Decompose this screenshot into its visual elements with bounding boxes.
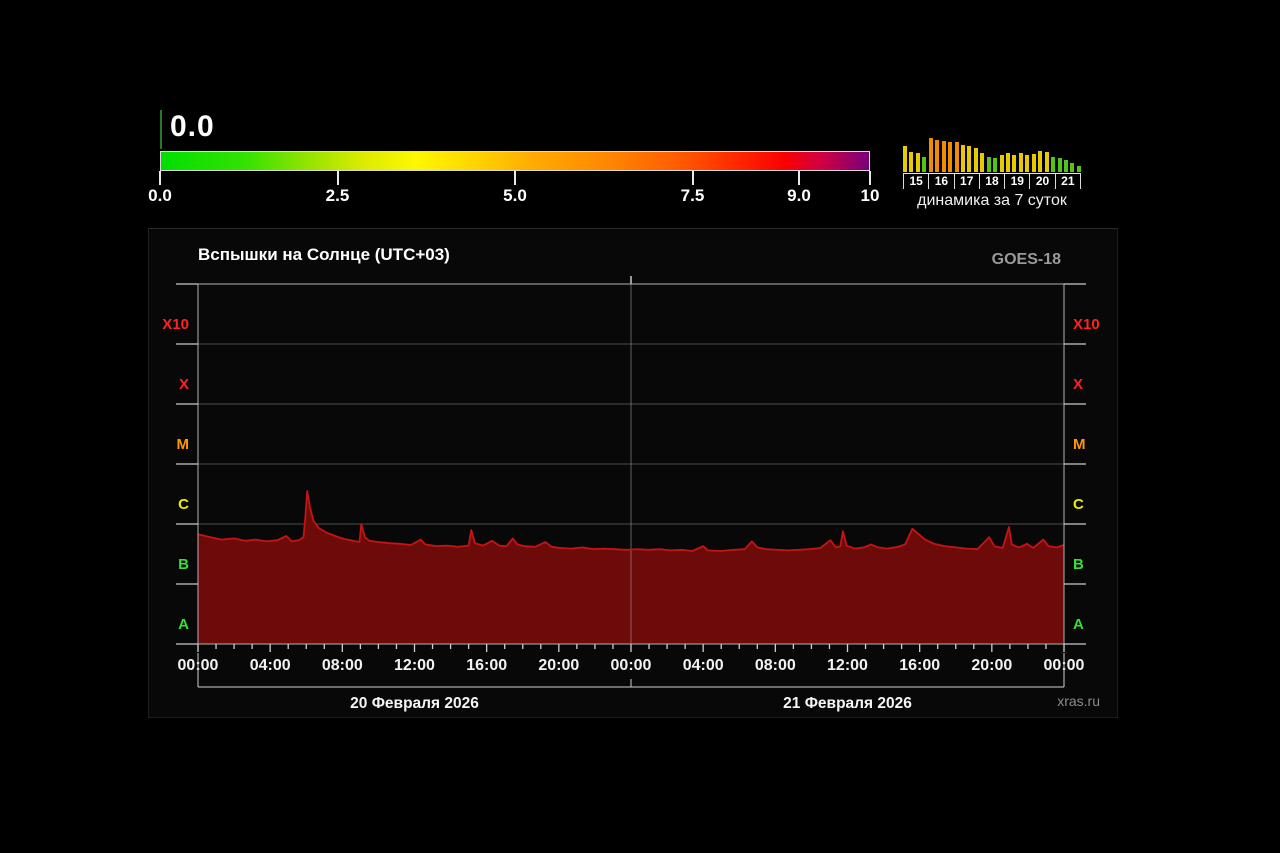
svg-text:X: X [1073, 376, 1083, 393]
gauge-current-value: 0.0 [170, 110, 215, 144]
solar-activity-page: 0.0 0.0 2.5 5.0 7.5 9.0 10 15161718192021 дин… [0, 0, 1280, 853]
svg-text:X: X [179, 376, 189, 393]
svg-text:16:00: 16:00 [466, 657, 507, 674]
gauge-tick-label: 5.0 [487, 186, 543, 206]
mini-bar [1019, 153, 1023, 172]
gauge-tick [869, 171, 871, 185]
mini-bar [1012, 155, 1016, 172]
mini-bar [974, 148, 978, 172]
gauge-tick [514, 171, 516, 185]
flare-plot: 00:0004:0008:0012:0016:0020:0000:0004:00… [149, 229, 1119, 719]
svg-text:20:00: 20:00 [971, 657, 1012, 674]
mini-day-axis: 15161718192021 [903, 173, 1081, 189]
mini-bar [1006, 153, 1010, 172]
gauge-gradient-bar [160, 151, 870, 171]
gauge-tick [159, 171, 161, 185]
mini-bar [1051, 157, 1055, 172]
gauge-tick [798, 171, 800, 185]
seven-day-dynamics-chart: 15161718192021 динамика за 7 суток [903, 136, 1081, 210]
svg-text:C: C [1073, 496, 1084, 513]
mini-bar [987, 157, 991, 172]
gauge-tick-label: 0.0 [132, 186, 188, 206]
mini-day-label: 18 [979, 174, 1004, 189]
mini-day-label: 17 [954, 174, 979, 189]
svg-text:12:00: 12:00 [827, 657, 868, 674]
svg-text:21 Февраля 2026: 21 Февраля 2026 [783, 695, 912, 712]
mini-bar [909, 152, 913, 172]
svg-text:X10: X10 [162, 316, 189, 333]
mini-bar [922, 157, 926, 172]
mini-bar [967, 146, 971, 172]
svg-text:X10: X10 [1073, 316, 1100, 333]
svg-text:12:00: 12:00 [394, 657, 435, 674]
gauge-tick-label: 2.5 [310, 186, 366, 206]
mini-bar [1045, 152, 1049, 172]
mini-bar [948, 142, 952, 172]
gauge-tick [337, 171, 339, 185]
svg-text:M: M [1073, 436, 1086, 453]
mini-bar [1077, 166, 1081, 172]
svg-text:16:00: 16:00 [899, 657, 940, 674]
mini-day-label: 15 [903, 174, 928, 189]
svg-text:20:00: 20:00 [538, 657, 579, 674]
mini-bar-area [903, 136, 1081, 172]
flare-chart-panel: Вспышки на Солнце (UTC+03) GOES-18 00:00… [148, 228, 1118, 718]
gauge-tick-label: 7.5 [665, 186, 721, 206]
mini-bar [903, 146, 907, 172]
mini-bar [955, 142, 959, 172]
mini-bar [929, 138, 933, 172]
mini-bar [1038, 151, 1042, 172]
svg-text:04:00: 04:00 [250, 657, 291, 674]
svg-text:08:00: 08:00 [322, 657, 363, 674]
mini-bar [935, 140, 939, 172]
svg-text:00:00: 00:00 [611, 657, 652, 674]
svg-text:A: A [1073, 616, 1084, 633]
svg-text:A: A [178, 616, 189, 633]
mini-bar [1058, 158, 1062, 172]
mini-day-label: 20 [1029, 174, 1054, 189]
mini-bar [1000, 155, 1004, 172]
gauge-tick [692, 171, 694, 185]
mini-bar [1064, 160, 1068, 172]
mini-bar [980, 153, 984, 172]
gauge-tick-label: 10 [842, 186, 898, 206]
svg-text:B: B [1073, 556, 1084, 573]
mini-bar [1032, 154, 1036, 172]
gauge-indicator-line [160, 110, 162, 149]
mini-bar [942, 141, 946, 172]
mini-day-label: 16 [928, 174, 953, 189]
mini-day-label: 19 [1004, 174, 1029, 189]
mini-day-label: 21 [1055, 174, 1081, 189]
svg-text:B: B [178, 556, 189, 573]
site-watermark-link[interactable]: xras.ru [1057, 693, 1100, 709]
mini-bar [916, 153, 920, 172]
gauge-tick-label: 9.0 [771, 186, 827, 206]
mini-bar [961, 145, 965, 172]
mini-chart-caption: динамика за 7 суток [903, 192, 1081, 210]
mini-bar [1070, 163, 1074, 172]
mini-bar [993, 158, 997, 172]
svg-text:C: C [178, 496, 189, 513]
svg-text:04:00: 04:00 [683, 657, 724, 674]
svg-text:M: M [177, 436, 190, 453]
svg-text:20 Февраля 2026: 20 Февраля 2026 [350, 695, 479, 712]
svg-text:08:00: 08:00 [755, 657, 796, 674]
mini-bar [1025, 155, 1029, 172]
